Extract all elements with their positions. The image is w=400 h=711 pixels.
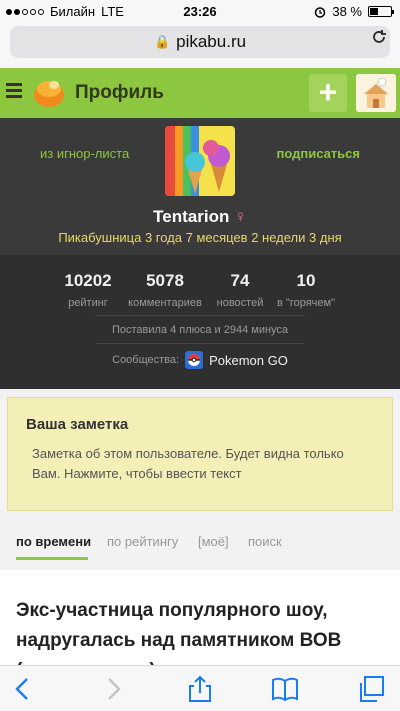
status-bar: Билайн LTE 23:26 38 % [0, 0, 400, 22]
gender-icon: ♀ [234, 207, 247, 226]
stat-value: 5078 [146, 271, 184, 290]
stat-value: 10 [296, 271, 316, 290]
forward-icon[interactable] [98, 674, 128, 704]
communities: Сообщества: Pokemon GO [0, 351, 400, 369]
note-title: Ваша заметка [26, 416, 129, 433]
bookmarks-icon[interactable] [270, 674, 300, 704]
stat-value: 10202 [64, 271, 112, 290]
page-title: Профиль [75, 82, 164, 103]
reload-icon[interactable] [370, 28, 388, 51]
browser-toolbar [0, 665, 400, 711]
divider [95, 343, 305, 344]
pikabu-logo[interactable] [32, 75, 66, 109]
stat-posts: 74 новостей [210, 271, 270, 309]
pokeball-icon[interactable] [185, 351, 204, 369]
tab-search[interactable]: поиск [248, 534, 282, 549]
stat-value: 74 [230, 271, 250, 290]
active-tab-indicator [16, 557, 88, 560]
alarm-icon [315, 6, 326, 18]
username-line: Tentarion ♀ [0, 207, 400, 227]
status-right: 38 % [314, 4, 394, 19]
stat-label: рейтинг [68, 297, 108, 309]
tab-by-rating[interactable]: по рейтингу [107, 534, 178, 549]
add-post-button[interactable]: + [309, 74, 347, 112]
sort-tabs: по времени по рейтингу [моё] поиск [0, 520, 400, 562]
ignore-list-link[interactable]: из игнор-листа [40, 146, 129, 161]
url-text: pikabu.ru [176, 32, 247, 51]
profile-avatar [165, 126, 235, 196]
communities-label: Сообщества: [112, 354, 180, 366]
note-text: Заметка об этом пользователе. Будет видн… [32, 446, 344, 481]
battery-icon [368, 6, 394, 17]
post-title[interactable]: Экс-участница популярного шоу, надругала… [16, 596, 388, 670]
browser-chrome: 🔒 pikabu.ru [0, 22, 400, 68]
tabs-icon[interactable] [356, 674, 386, 704]
user-avatar[interactable] [356, 74, 396, 112]
username: Tentarion [153, 207, 230, 226]
share-icon[interactable] [185, 674, 215, 704]
stat-comments: 5078 комментариев [125, 271, 205, 309]
stat-label: новостей [216, 297, 264, 309]
user-note[interactable]: Ваша заметка Заметка об этом пользовател… [7, 397, 393, 511]
post-card[interactable]: Экс-участница популярного шоу, надругала… [0, 570, 400, 670]
votes-summary: Поставила 4 плюса и 2944 минуса [111, 324, 289, 336]
profile-header: из игнор-листа подписаться Tentarion ♀ П… [0, 118, 400, 255]
stat-hot: 10 в "горячем" [271, 271, 341, 309]
stat-label: комментариев [128, 297, 202, 309]
app-header: Профиль + [0, 68, 400, 118]
tab-mine[interactable]: [моё] [198, 534, 229, 549]
stat-label: в "горячем" [277, 297, 335, 309]
profile-stats: 10202 рейтинг 5078 комментариев 74 новос… [0, 255, 400, 389]
subscribe-link[interactable]: подписаться [276, 146, 360, 161]
lock-icon: 🔒 [153, 34, 171, 49]
tab-by-time[interactable]: по времени [16, 534, 91, 549]
divider [95, 315, 305, 316]
battery-percent: 38 % [332, 4, 362, 19]
community-link[interactable]: Pokemon GO [209, 353, 288, 368]
back-icon[interactable] [8, 674, 38, 704]
menu-icon[interactable] [6, 83, 22, 101]
account-age: Пикабушница 3 года 7 месяцев 2 недели 3 … [58, 230, 342, 245]
address-bar[interactable]: 🔒 pikabu.ru [10, 26, 390, 58]
stat-rating: 10202 рейтинг [58, 271, 118, 309]
